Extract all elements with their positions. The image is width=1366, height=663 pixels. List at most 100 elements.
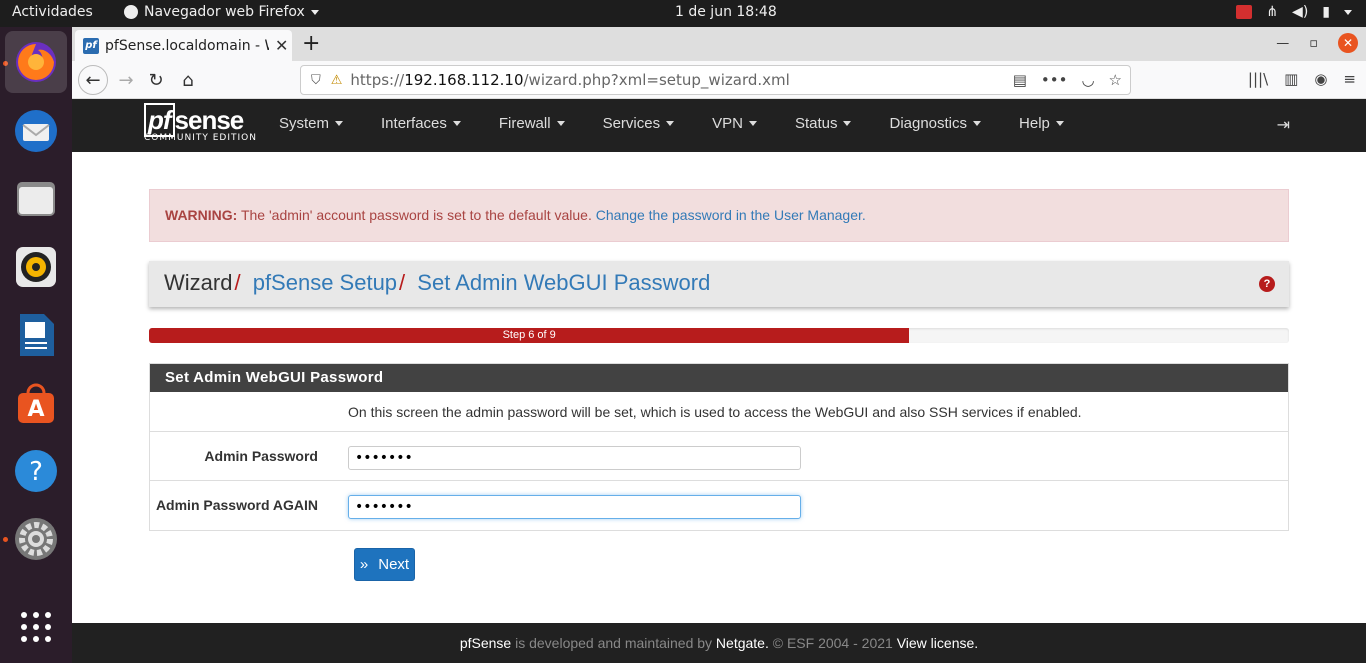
writer-dock-icon[interactable]	[12, 311, 60, 359]
system-top-bar: Actividades Navegador web Firefox 1 de j…	[0, 0, 1366, 27]
tab-strip: pf pfSense.localdomain - W ✕ + — ▫ ✕	[72, 27, 1366, 61]
new-tab-button[interactable]: +	[302, 31, 320, 56]
show-applications-icon[interactable]	[12, 603, 60, 651]
next-button[interactable]: » Next	[354, 548, 415, 581]
logo-subtitle: COMMUNITY EDITION	[144, 133, 257, 143]
svg-text:A: A	[27, 397, 44, 422]
help-dock-icon[interactable]: ?	[12, 447, 60, 495]
library-icon[interactable]: |||\	[1248, 70, 1268, 88]
menu-firewall[interactable]: Firewall	[499, 115, 565, 132]
pfsense-page: pf sense COMMUNITY EDITION System Interfa…	[72, 99, 1366, 663]
url-bar[interactable]: ⛉ ⚠ https://192.168.112.10/wizard.php?xm…	[300, 65, 1131, 95]
caret-down-icon	[335, 121, 344, 126]
netgate-link[interactable]: Netgate.	[716, 635, 769, 651]
admin-password-label: Admin Password	[204, 448, 318, 464]
thunderbird-dock-icon[interactable]	[12, 107, 60, 155]
admin-password-again-input[interactable]	[348, 495, 801, 519]
page-actions-icon[interactable]: •••	[1041, 71, 1068, 89]
caret-down-icon	[666, 121, 675, 126]
menu-icon[interactable]: ≡	[1343, 70, 1356, 88]
caret-down-icon	[973, 121, 982, 126]
pfsense-navbar: pf sense COMMUNITY EDITION System Interfa…	[72, 99, 1366, 152]
url-text[interactable]: https://192.168.112.10/wizard.php?xml=se…	[350, 71, 789, 89]
panel-description: On this screen the admin password will b…	[348, 404, 1082, 420]
tracking-shield-icon[interactable]: ⛉	[311, 73, 321, 88]
network-icon[interactable]: ⋔	[1266, 4, 1278, 20]
caret-down-icon	[843, 121, 852, 126]
home-button[interactable]: ⌂	[174, 66, 202, 94]
tab-title: pfSense.localdomain - W	[105, 37, 269, 54]
caret-down-icon	[452, 121, 461, 126]
password-row: Admin Password	[150, 432, 1288, 481]
account-icon[interactable]: ◉	[1314, 70, 1327, 88]
sidebar-icon[interactable]: ▥	[1284, 70, 1298, 88]
power-menu-icon[interactable]	[1344, 9, 1352, 15]
logout-icon[interactable]: ⇥	[1277, 115, 1290, 134]
activities-button[interactable]: Actividades	[12, 4, 93, 20]
menu-system[interactable]: System	[279, 115, 344, 132]
close-tab-icon[interactable]: ✕	[275, 36, 288, 55]
view-license-link[interactable]: View license.	[897, 635, 978, 651]
password-again-row: Admin Password AGAIN	[150, 481, 1288, 530]
window-controls: — ▫ ✕	[1276, 33, 1358, 53]
pfsense-favicon-icon: pf	[83, 37, 99, 54]
running-indicator	[3, 537, 8, 542]
volume-icon[interactable]: ◀)	[1292, 4, 1308, 20]
page-footer: pfSense is developed and maintained by N…	[72, 623, 1366, 663]
breadcrumb-current[interactable]: Set Admin WebGUI Password	[417, 270, 710, 295]
breadcrumb-root: Wizard	[164, 270, 233, 295]
menu-vpn[interactable]: VPN	[712, 115, 757, 132]
rhythmbox-dock-icon[interactable]	[12, 243, 60, 291]
reader-view-icon[interactable]: ▤	[1013, 71, 1027, 89]
panel-info-row: On this screen the admin password will b…	[150, 392, 1288, 432]
indicator-icon[interactable]	[1236, 5, 1253, 19]
reload-button[interactable]: ↻	[142, 66, 170, 94]
next-label: Next	[378, 556, 410, 573]
files-dock-icon[interactable]	[12, 175, 60, 223]
app-menu[interactable]: Navegador web Firefox	[124, 4, 319, 20]
battery-icon[interactable]: ▮	[1322, 4, 1330, 20]
warning-label: WARNING:	[165, 207, 238, 223]
browser-tab[interactable]: pf pfSense.localdomain - W ✕	[75, 30, 292, 61]
menu-interfaces[interactable]: Interfaces	[381, 115, 461, 132]
breadcrumb-setup-link[interactable]: pfSense Setup	[253, 270, 397, 295]
pocket-icon[interactable]: ◡	[1081, 71, 1094, 89]
clock[interactable]: 1 de jun 18:48	[675, 4, 777, 20]
firefox-small-icon	[124, 5, 138, 19]
admin-password-input[interactable]	[348, 446, 801, 470]
main-menu: System Interfaces Firewall Services VPN …	[279, 115, 1102, 132]
navigation-toolbar: ← → ↻ ⌂ ⛉ ⚠ https://192.168.112.10/wizar…	[72, 61, 1366, 99]
software-dock-icon[interactable]: A	[12, 379, 60, 427]
menu-status[interactable]: Status	[795, 115, 852, 132]
menu-services[interactable]: Services	[603, 115, 675, 132]
caret-down-icon	[1055, 121, 1064, 126]
chevron-down-icon	[310, 9, 319, 15]
admin-password-panel: Set Admin WebGUI Password On this screen…	[149, 363, 1289, 531]
caret-down-icon	[556, 121, 565, 126]
caret-down-icon	[748, 121, 757, 126]
bookmark-star-icon[interactable]: ☆	[1109, 71, 1122, 89]
ubuntu-dock: A ?	[0, 27, 72, 663]
double-chevron-right-icon: »	[359, 556, 369, 573]
menu-help[interactable]: Help	[1019, 115, 1064, 132]
toolbar-right: |||\ ▥ ◉ ≡	[1248, 70, 1356, 88]
progress-bar: Step 6 of 9	[149, 328, 910, 343]
user-manager-link[interactable]: Change the password in the User Manager.	[596, 207, 866, 223]
admin-password-again-label: Admin Password AGAIN	[155, 497, 318, 513]
footer-brand: pfSense	[459, 635, 512, 651]
minimize-button[interactable]: —	[1276, 36, 1289, 51]
pfsense-logo[interactable]: pf sense COMMUNITY EDITION	[144, 103, 257, 143]
help-question-icon[interactable]: ?	[1259, 276, 1275, 292]
insecure-lock-icon[interactable]: ⚠	[331, 73, 343, 88]
wizard-progress: Step 6 of 9	[149, 328, 1289, 343]
menu-diagnostics[interactable]: Diagnostics	[889, 115, 982, 132]
maximize-button[interactable]: ▫	[1309, 36, 1318, 51]
close-window-button[interactable]: ✕	[1338, 33, 1358, 53]
app-menu-label: Navegador web Firefox	[144, 4, 305, 20]
panel-title: Set Admin WebGUI Password	[150, 364, 1288, 392]
back-button[interactable]: ←	[78, 65, 108, 95]
forward-button[interactable]: →	[112, 66, 140, 94]
firefox-dock-icon[interactable]	[5, 31, 67, 93]
settings-dock-icon[interactable]	[12, 515, 60, 563]
system-tray[interactable]: ⋔ ◀) ▮	[1236, 4, 1352, 20]
